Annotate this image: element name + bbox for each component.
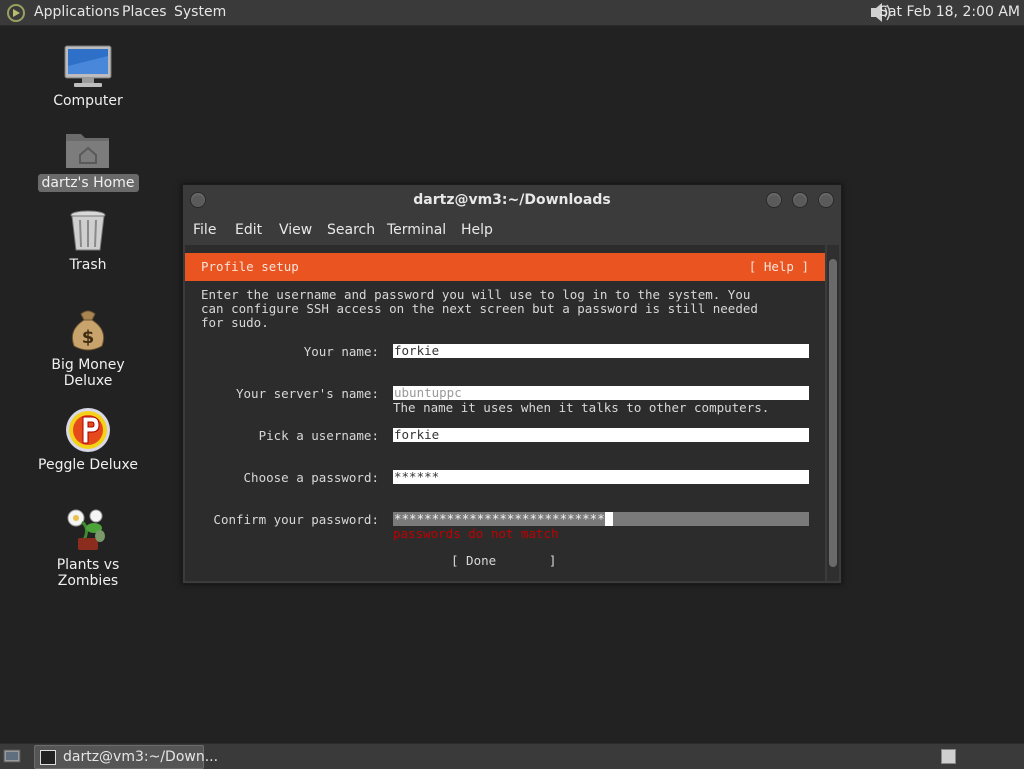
help-button[interactable]: [ Help ] <box>749 259 809 274</box>
menu-search[interactable]: Search <box>327 222 375 238</box>
desktop-icon-label: Big Money Deluxe <box>51 357 125 389</box>
confirm-password-label: Confirm your password: <box>213 512 379 527</box>
computer-icon <box>64 45 112 87</box>
minimize-button[interactable] <box>766 192 782 208</box>
system-menu[interactable]: System <box>174 4 226 20</box>
confirm-password-input[interactable]: **************************** <box>393 512 809 526</box>
bottom-panel: dartz@vm3:~/Down... <box>0 743 1024 769</box>
name-label: Your name: <box>303 344 379 359</box>
desktop-icon-computer[interactable]: Computer <box>28 44 148 110</box>
name-input[interactable]: forkie <box>393 344 809 358</box>
gnome-foot-icon[interactable] <box>6 3 26 23</box>
desktop-icon-trash[interactable]: Trash <box>28 208 148 274</box>
installer-title: Profile setup <box>201 259 299 274</box>
applications-menu[interactable]: Applications <box>34 4 120 20</box>
server-name-label: Your server's name: <box>236 386 379 401</box>
maximize-button[interactable] <box>792 192 808 208</box>
taskbar-item-terminal[interactable]: dartz@vm3:~/Down... <box>34 745 218 769</box>
peggle-icon <box>66 408 110 452</box>
workspace-switcher[interactable] <box>941 749 956 764</box>
password-label: Choose a password: <box>243 470 379 485</box>
done-button[interactable]: [ Done ] <box>451 553 556 568</box>
window-menu-button[interactable] <box>190 192 206 208</box>
desktop-icon-label: Plants vs Zombies <box>56 557 120 589</box>
top-panel: Applications Places System Sat Feb 18, 2… <box>0 0 1024 26</box>
menu-edit[interactable]: Edit <box>235 222 262 238</box>
places-menu[interactable]: Places <box>122 4 167 20</box>
scrollbar-thumb[interactable] <box>829 259 837 567</box>
close-button[interactable] <box>818 192 834 208</box>
svg-text:$: $ <box>82 327 95 348</box>
desktop-icon-label: Trash <box>69 257 107 273</box>
username-label: Pick a username: <box>258 428 379 443</box>
server-name-input[interactable]: ubuntuppc <box>393 386 809 400</box>
desktop-icon-label: Computer <box>53 93 123 109</box>
password-input[interactable]: ****** <box>393 470 809 484</box>
installer-header: Profile setup [ Help ] <box>185 253 825 281</box>
text-cursor <box>604 512 613 526</box>
money-bag-icon: $ <box>71 310 105 351</box>
desktop-icon-plants-vs-zombies[interactable]: Plants vs Zombies <box>28 506 148 590</box>
trash-icon <box>70 210 106 251</box>
intro-text: Enter the username and password you will… <box>201 287 758 330</box>
scrollbar[interactable] <box>827 245 839 581</box>
desktop-icon-label: Peggle Deluxe <box>38 457 138 473</box>
plants-vs-zombies-icon <box>67 509 105 550</box>
username-input[interactable]: forkie <box>393 428 809 442</box>
server-name-hint: The name it uses when it talks to other … <box>393 400 770 415</box>
clock[interactable]: Sat Feb 18, 2:00 AM <box>879 4 1020 20</box>
show-desktop-icon[interactable] <box>3 748 21 764</box>
desktop-icon-big-money[interactable]: $ Big Money Deluxe <box>28 308 148 390</box>
menubar: File Edit View Search Terminal Help <box>183 217 841 243</box>
password-error: passwords do not match <box>393 526 559 541</box>
menu-help[interactable]: Help <box>461 222 493 238</box>
terminal-icon <box>40 750 56 765</box>
terminal-window[interactable]: dartz@vm3:~/Downloads File Edit View Sea… <box>182 184 842 584</box>
menu-view[interactable]: View <box>279 222 312 238</box>
home-folder-icon <box>66 134 109 168</box>
terminal-area[interactable]: Profile setup [ Help ] Enter the usernam… <box>185 245 825 581</box>
confirm-password-value: **************************** <box>394 512 605 526</box>
taskbar-item-label: dartz@vm3:~/Down... <box>63 749 219 765</box>
desktop-icon-peggle[interactable]: Peggle Deluxe <box>28 406 148 474</box>
menu-terminal[interactable]: Terminal <box>387 222 446 238</box>
window-titlebar[interactable]: dartz@vm3:~/Downloads <box>183 185 841 215</box>
menu-file[interactable]: File <box>193 222 216 238</box>
desktop-icon-label: dartz's Home <box>37 174 139 192</box>
desktop-icon-home[interactable]: dartz's Home <box>28 126 148 192</box>
window-title: dartz@vm3:~/Downloads <box>413 192 611 208</box>
